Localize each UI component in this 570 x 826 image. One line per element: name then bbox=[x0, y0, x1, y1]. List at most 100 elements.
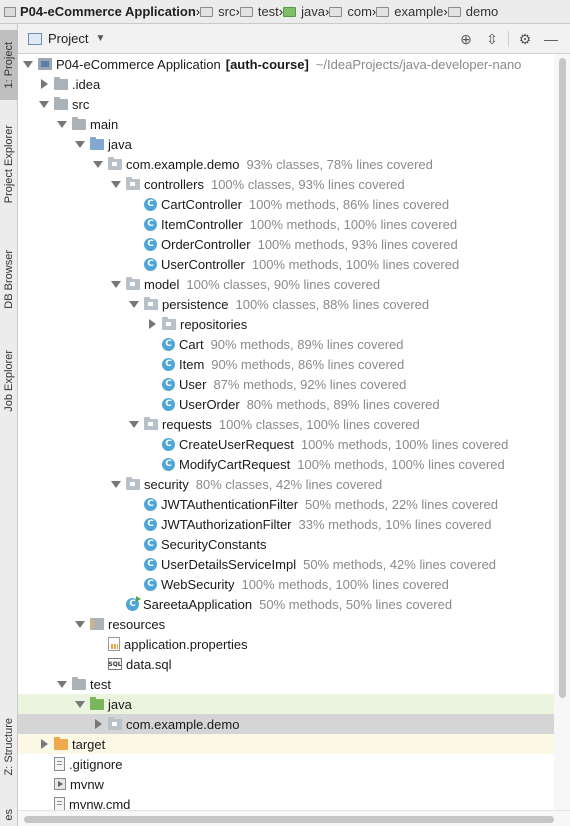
tree-node-sareeta-application[interactable]: C SareetaApplication 50% methods, 50% li… bbox=[18, 594, 554, 614]
folder-icon bbox=[54, 97, 68, 110]
collapse-arrow-icon[interactable] bbox=[146, 314, 158, 334]
expand-arrow-icon[interactable] bbox=[38, 94, 50, 114]
tree-node-target[interactable]: target bbox=[18, 734, 554, 754]
expand-arrow-icon[interactable] bbox=[56, 114, 68, 134]
tree-node-test[interactable]: test bbox=[18, 674, 554, 694]
tree-node-idea[interactable]: .idea bbox=[18, 74, 554, 94]
tab-job-explorer[interactable]: Job Explorer bbox=[0, 340, 18, 422]
breadcrumb-src[interactable]: src bbox=[200, 0, 235, 23]
tab-favorites[interactable]: es bbox=[0, 804, 18, 826]
project-icon bbox=[4, 6, 16, 17]
tree-node-application-properties[interactable]: application.properties bbox=[18, 634, 554, 654]
package-icon bbox=[144, 297, 158, 310]
folder-icon bbox=[72, 677, 86, 690]
class-icon: C bbox=[144, 577, 157, 591]
expand-arrow-icon[interactable] bbox=[74, 614, 86, 634]
tree-node-resources[interactable]: resources bbox=[18, 614, 554, 634]
node-label: WebSecurity bbox=[161, 576, 235, 592]
expand-arrow-icon[interactable] bbox=[128, 294, 140, 314]
expand-arrow-icon[interactable] bbox=[110, 474, 122, 494]
breadcrumb-label: java bbox=[301, 4, 325, 19]
tree-node-main[interactable]: main bbox=[18, 114, 554, 134]
package-icon bbox=[126, 177, 140, 190]
node-label: model bbox=[144, 276, 180, 292]
chevron-down-icon[interactable]: ▼ bbox=[95, 33, 105, 44]
tree-node-cart-controller[interactable]: C CartController 100% methods, 86% lines… bbox=[18, 194, 554, 214]
expand-arrow-icon[interactable] bbox=[56, 674, 68, 694]
tab-structure[interactable]: Z: Structure bbox=[0, 712, 18, 782]
tree-node-security[interactable]: security 80% classes, 42% lines covered bbox=[18, 474, 554, 494]
tree-node-create-user-request[interactable]: C CreateUserRequest 100% methods, 100% l… bbox=[18, 434, 554, 454]
tree-node-security-constants[interactable]: C SecurityConstants bbox=[18, 534, 554, 554]
tree-node-repositories[interactable]: repositories bbox=[18, 314, 554, 334]
horizontal-scroll-thumb[interactable] bbox=[24, 816, 554, 823]
vertical-scrollbar[interactable] bbox=[554, 54, 570, 810]
tree-node-root[interactable]: P04-eCommerce Application [auth-course] … bbox=[18, 54, 554, 74]
breadcrumb-demo[interactable]: demo bbox=[447, 0, 498, 23]
tree-node-user-order[interactable]: C UserOrder 80% methods, 89% lines cover… bbox=[18, 394, 554, 414]
tree-node-src[interactable]: src bbox=[18, 94, 554, 114]
tree-node-package-demo[interactable]: com.example.demo 93% classes, 78% lines … bbox=[18, 154, 554, 174]
class-icon: C bbox=[144, 217, 157, 231]
collapse-arrow-icon[interactable] bbox=[38, 74, 50, 94]
expand-arrow-icon[interactable] bbox=[74, 134, 86, 154]
tab-project-explorer[interactable]: Project Explorer bbox=[0, 116, 18, 212]
tree-node-requests[interactable]: requests 100% classes, 100% lines covere… bbox=[18, 414, 554, 434]
tree-node-test-java[interactable]: java bbox=[18, 694, 554, 714]
tree-node-controllers[interactable]: controllers 100% classes, 93% lines cove… bbox=[18, 174, 554, 194]
horizontal-scrollbar[interactable] bbox=[18, 810, 570, 826]
class-icon: C bbox=[162, 397, 175, 411]
hide-icon[interactable]: — bbox=[538, 24, 564, 54]
tree-node-user[interactable]: C User 87% methods, 92% lines covered bbox=[18, 374, 554, 394]
expand-arrow-icon[interactable] bbox=[74, 694, 86, 714]
node-label: security bbox=[144, 476, 189, 492]
expand-arrow-icon[interactable] bbox=[22, 54, 34, 74]
tree-node-item-controller[interactable]: C ItemController 100% methods, 100% line… bbox=[18, 214, 554, 234]
tree-node-model[interactable]: model 100% classes, 90% lines covered bbox=[18, 274, 554, 294]
breadcrumb-example[interactable]: example bbox=[376, 0, 443, 23]
tree-node-mvnw-cmd[interactable]: mvnw.cmd bbox=[18, 794, 554, 810]
tree-node-user-details-service[interactable]: C UserDetailsServiceImpl 50% methods, 42… bbox=[18, 554, 554, 574]
breadcrumb-test[interactable]: test bbox=[239, 0, 279, 23]
source-folder-icon bbox=[90, 137, 104, 150]
coverage-label: 100% methods, 100% lines covered bbox=[300, 436, 509, 452]
tree-node-main-java[interactable]: java bbox=[18, 134, 554, 154]
tree-node-mvnw[interactable]: mvnw bbox=[18, 774, 554, 794]
tree-node-modify-cart-request[interactable]: C ModifyCartRequest 100% methods, 100% l… bbox=[18, 454, 554, 474]
tree-node-user-controller[interactable]: C UserController 100% methods, 100% line… bbox=[18, 254, 554, 274]
tree-node-order-controller[interactable]: C OrderController 100% methods, 93% line… bbox=[18, 234, 554, 254]
tab-project[interactable]: 1: Project bbox=[0, 30, 18, 100]
tree-node-persistence[interactable]: persistence 100% classes, 88% lines cove… bbox=[18, 294, 554, 314]
coverage-label: 100% methods, 93% lines covered bbox=[257, 236, 458, 252]
tree-node-jwt-authorization-filter[interactable]: C JWTAuthorizationFilter 33% methods, 10… bbox=[18, 514, 554, 534]
tree-node-cart[interactable]: C Cart 90% methods, 89% lines covered bbox=[18, 334, 554, 354]
vertical-scroll-thumb[interactable] bbox=[559, 58, 566, 698]
coverage-label: 33% methods, 10% lines covered bbox=[298, 516, 492, 532]
tree-node-item[interactable]: C Item 90% methods, 86% lines covered bbox=[18, 354, 554, 374]
node-label: controllers bbox=[144, 176, 204, 192]
panel-title[interactable]: Project bbox=[48, 31, 88, 46]
tree-node-web-security[interactable]: C WebSecurity 100% methods, 100% lines c… bbox=[18, 574, 554, 594]
tree-node-gitignore[interactable]: .gitignore bbox=[18, 754, 554, 774]
locate-icon[interactable]: ⊕ bbox=[453, 24, 479, 54]
expand-arrow-icon[interactable] bbox=[110, 174, 122, 194]
tree-node-test-package-demo[interactable]: com.example.demo bbox=[18, 714, 554, 734]
coverage-label: 50% methods, 50% lines covered bbox=[259, 596, 453, 612]
breadcrumb-java[interactable]: java bbox=[283, 0, 325, 23]
breadcrumb-com[interactable]: com bbox=[329, 0, 372, 23]
tab-db-browser[interactable]: DB Browser bbox=[0, 236, 18, 322]
node-label: main bbox=[90, 116, 119, 132]
collapse-arrow-icon[interactable] bbox=[38, 734, 50, 754]
expand-arrow-icon[interactable] bbox=[128, 414, 140, 434]
tree-node-data-sql[interactable]: SQL data.sql bbox=[18, 654, 554, 674]
collapse-arrow-icon[interactable] bbox=[92, 714, 104, 734]
tree-node-jwt-authentication-filter[interactable]: C JWTAuthenticationFilter 50% methods, 2… bbox=[18, 494, 554, 514]
expand-arrow-icon[interactable] bbox=[110, 274, 122, 294]
collapse-icon[interactable]: ⇳ bbox=[479, 24, 505, 54]
coverage-label: 90% methods, 86% lines covered bbox=[211, 356, 405, 372]
expand-arrow-icon[interactable] bbox=[92, 154, 104, 174]
gear-icon[interactable]: ⚙ bbox=[512, 24, 538, 54]
node-label: application.properties bbox=[124, 636, 248, 652]
breadcrumb-project[interactable]: P04-eCommerce Application bbox=[4, 0, 196, 23]
